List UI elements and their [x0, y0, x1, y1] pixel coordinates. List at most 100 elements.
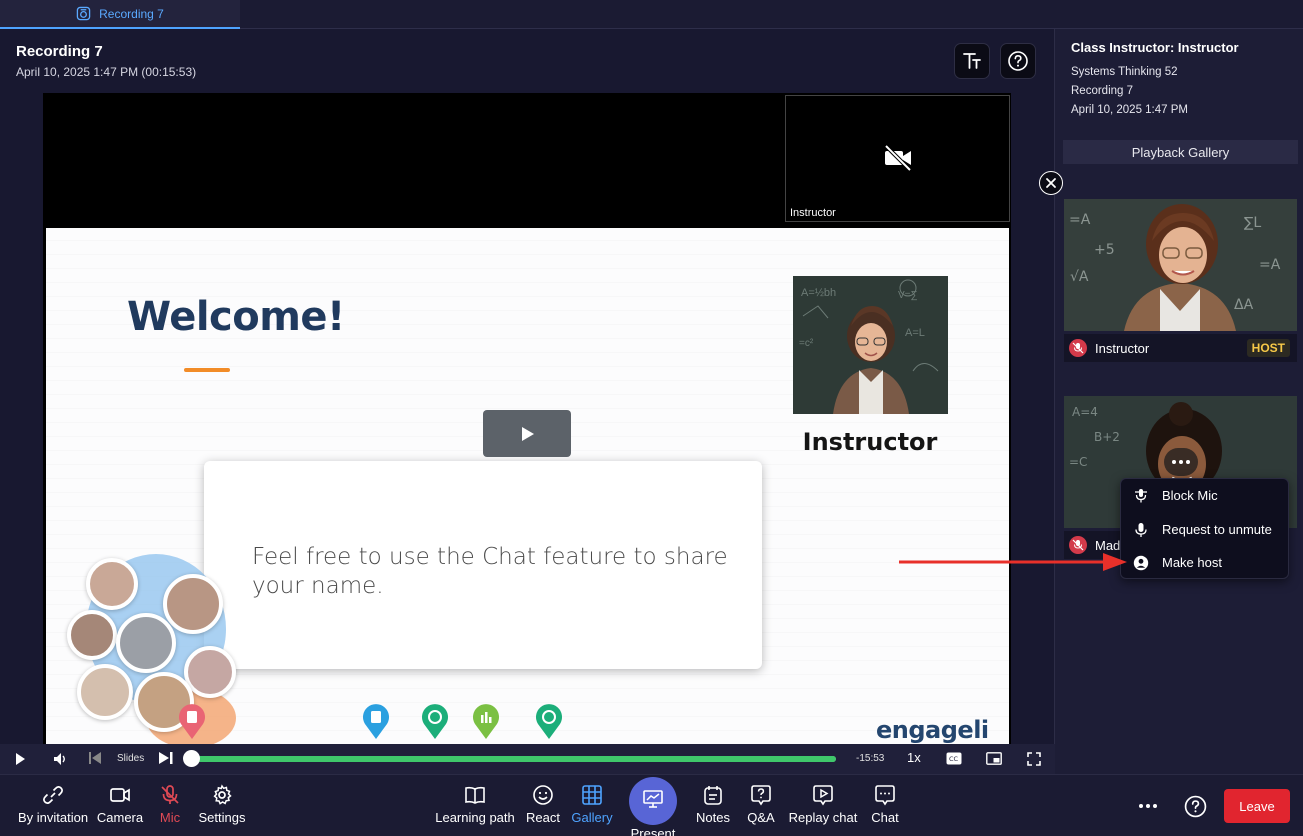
captions-icon[interactable]: CC	[946, 752, 962, 765]
help-circle-icon[interactable]	[1184, 795, 1207, 818]
participant-video-instructor[interactable]: =A +5 √A ∑L =A ΔA	[1064, 199, 1297, 331]
svg-text:√A: √A	[1070, 269, 1089, 285]
playback-speed[interactable]: 1x	[907, 750, 921, 765]
chat-button[interactable]: Chat	[865, 784, 905, 825]
recording-title: Recording 7	[16, 43, 103, 60]
invitation-icon	[43, 786, 63, 804]
replay-chat-button[interactable]: Replay chat	[784, 784, 862, 825]
toolbar-label: Mic	[159, 810, 181, 825]
chat-icon	[875, 785, 895, 806]
smile-icon	[533, 785, 553, 805]
svg-text:=C: =C	[1069, 455, 1087, 469]
instructor-photo: A=½bh V=∑ A=L =c²	[793, 276, 948, 414]
menu-item-label: Block Mic	[1162, 488, 1218, 503]
toolbar-label: Settings	[198, 810, 246, 825]
menu-item-make-host[interactable]: Make host	[1121, 546, 1290, 579]
camera-icon	[110, 788, 130, 802]
fullscreen-icon[interactable]	[1027, 752, 1041, 766]
svg-text:=A: =A	[1259, 257, 1281, 273]
host-badge: HOST	[1246, 339, 1290, 357]
text-size-button[interactable]	[954, 43, 990, 79]
camera-tile-label: Instructor	[790, 207, 836, 219]
toolbar-label: Chat	[871, 810, 899, 825]
pin-note-icon	[179, 704, 205, 739]
participant-bubble	[163, 574, 223, 634]
annotation-arrow	[899, 553, 1127, 571]
mic-icon	[1135, 522, 1147, 537]
play-icon	[522, 426, 534, 441]
toolbar-label: Learning path	[435, 810, 515, 825]
slide-card-text: Feel free to use the Chat feature to sha…	[252, 544, 728, 599]
toolbar-label: Present	[630, 826, 676, 836]
play-overlay-button[interactable]	[483, 410, 571, 457]
play-icon[interactable]	[13, 752, 27, 766]
slide-instructor-label: Instructor	[802, 428, 938, 456]
qa-button[interactable]: Q&A	[741, 784, 781, 825]
camera-off-icon	[884, 144, 912, 172]
present-circle	[629, 777, 677, 825]
more-options-icon[interactable]	[1137, 802, 1159, 810]
camera-button[interactable]: Camera	[92, 784, 148, 825]
participant-label-row: Instructor HOST	[1064, 334, 1297, 362]
svg-text:A=½bh: A=½bh	[801, 287, 836, 299]
mic-muted-icon	[1069, 339, 1087, 357]
presentation-slide: Welcome! A=½bh V=∑ A=L =c² Instructor Fe…	[46, 228, 1009, 745]
menu-item-block-mic[interactable]: Block Mic	[1121, 479, 1290, 512]
heading-underline	[184, 368, 230, 372]
slide-heading: Welcome!	[127, 294, 345, 340]
svg-text:=A: =A	[1069, 212, 1091, 228]
gear-icon	[213, 784, 232, 805]
pin-note-icon	[363, 704, 389, 739]
recording-icon	[76, 6, 91, 21]
more-options-button[interactable]	[1164, 448, 1198, 476]
toolbar-label: Replay chat	[788, 810, 858, 825]
recording-datetime: April 10, 2025 1:47 PM (00:15:53)	[16, 65, 197, 79]
participant-bubble	[86, 558, 138, 610]
by-invitation-button[interactable]: By invitation	[10, 784, 96, 825]
block-mic-icon	[1135, 488, 1147, 502]
pin-reaction-icon	[422, 704, 448, 739]
skip-forward-icon[interactable]	[158, 751, 174, 765]
close-icon	[1046, 178, 1056, 188]
grid-icon	[582, 785, 602, 805]
engageli-logo: engageli	[876, 716, 989, 744]
participant-name: Instructor	[1095, 340, 1150, 356]
participant-bubble	[116, 613, 176, 673]
pin-reaction-icon	[536, 704, 562, 739]
react-button[interactable]: React	[523, 784, 563, 825]
notes-button[interactable]: Notes	[690, 784, 736, 825]
close-gallery-button[interactable]	[1039, 171, 1063, 195]
toolbar-label: Q&A	[747, 810, 775, 825]
menu-item-request-unmute[interactable]: Request to unmute	[1121, 513, 1290, 546]
svg-text:ΔA: ΔA	[1234, 297, 1254, 313]
svg-text:B+2: B+2	[1094, 430, 1120, 444]
toolbar-label: Notes	[696, 810, 730, 825]
help-button[interactable]	[1000, 43, 1036, 79]
present-button[interactable]: Present	[624, 777, 682, 836]
svg-text:+5: +5	[1094, 242, 1115, 258]
picture-in-picture-icon[interactable]	[986, 752, 1002, 765]
gallery-button[interactable]: Gallery	[567, 784, 617, 825]
svg-text:A=L: A=L	[905, 327, 925, 339]
sidebar-title: Class Instructor: Instructor	[1071, 40, 1239, 55]
leave-button[interactable]: Leave	[1224, 789, 1290, 823]
skip-back-icon[interactable]	[88, 751, 102, 765]
replay-chat-icon	[813, 785, 833, 806]
svg-text:A=4: A=4	[1072, 405, 1098, 419]
sidebar-recording: Recording 7	[1071, 85, 1134, 97]
mic-button[interactable]: Mic	[148, 784, 192, 825]
learning-path-button[interactable]: Learning path	[430, 784, 520, 825]
settings-button[interactable]: Settings	[194, 784, 250, 825]
sidebar-course: Systems Thinking 52	[1071, 66, 1178, 78]
svg-text:∑L: ∑L	[1244, 215, 1261, 231]
instructor-camera-tile: Instructor	[785, 95, 1010, 222]
svg-text:=c²: =c²	[799, 338, 814, 349]
menu-item-label: Request to unmute	[1162, 522, 1272, 537]
slides-label: Slides	[117, 753, 145, 764]
volume-icon[interactable]	[52, 751, 68, 767]
toolbar-label: React	[526, 810, 560, 825]
tab-recording-7[interactable]: Recording 7	[0, 0, 240, 29]
present-icon	[643, 790, 663, 808]
timeline-scrubber[interactable]	[183, 750, 200, 767]
toolbar-label: Camera	[96, 810, 144, 825]
